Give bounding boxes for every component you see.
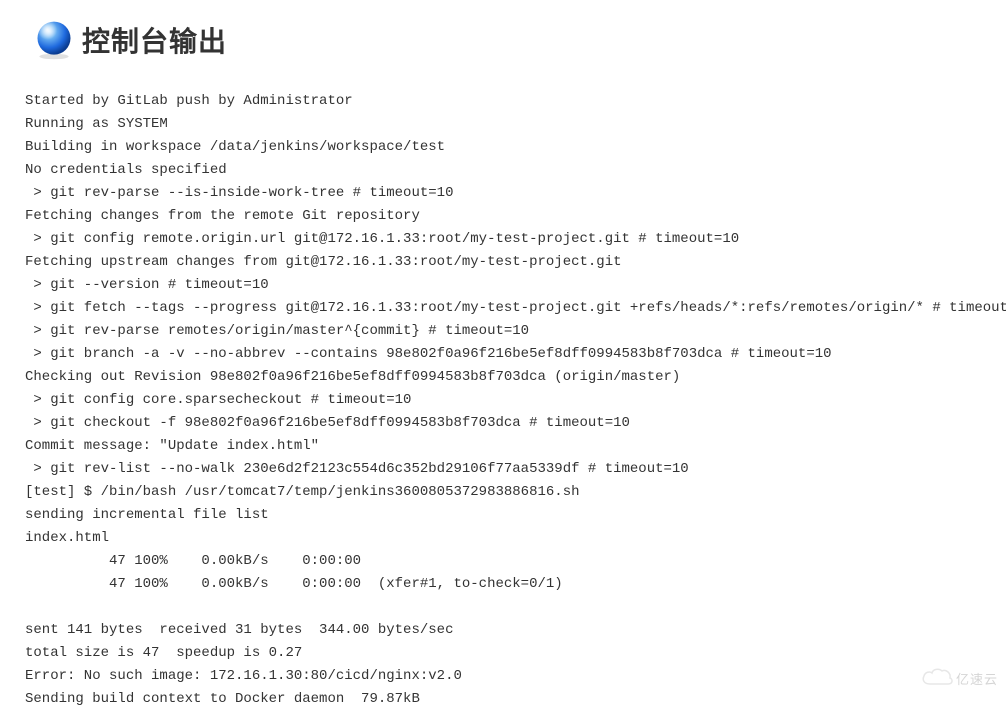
watermark: 亿速云 (920, 666, 998, 690)
page-title: 控制台输出 (82, 20, 227, 60)
sphere-icon (32, 18, 76, 62)
watermark-text: 亿速云 (956, 669, 998, 688)
console-output: Started by GitLab push by Administrator … (0, 70, 1006, 711)
page-header: 控制台输出 (0, 0, 1006, 70)
cloud-icon (920, 666, 954, 690)
